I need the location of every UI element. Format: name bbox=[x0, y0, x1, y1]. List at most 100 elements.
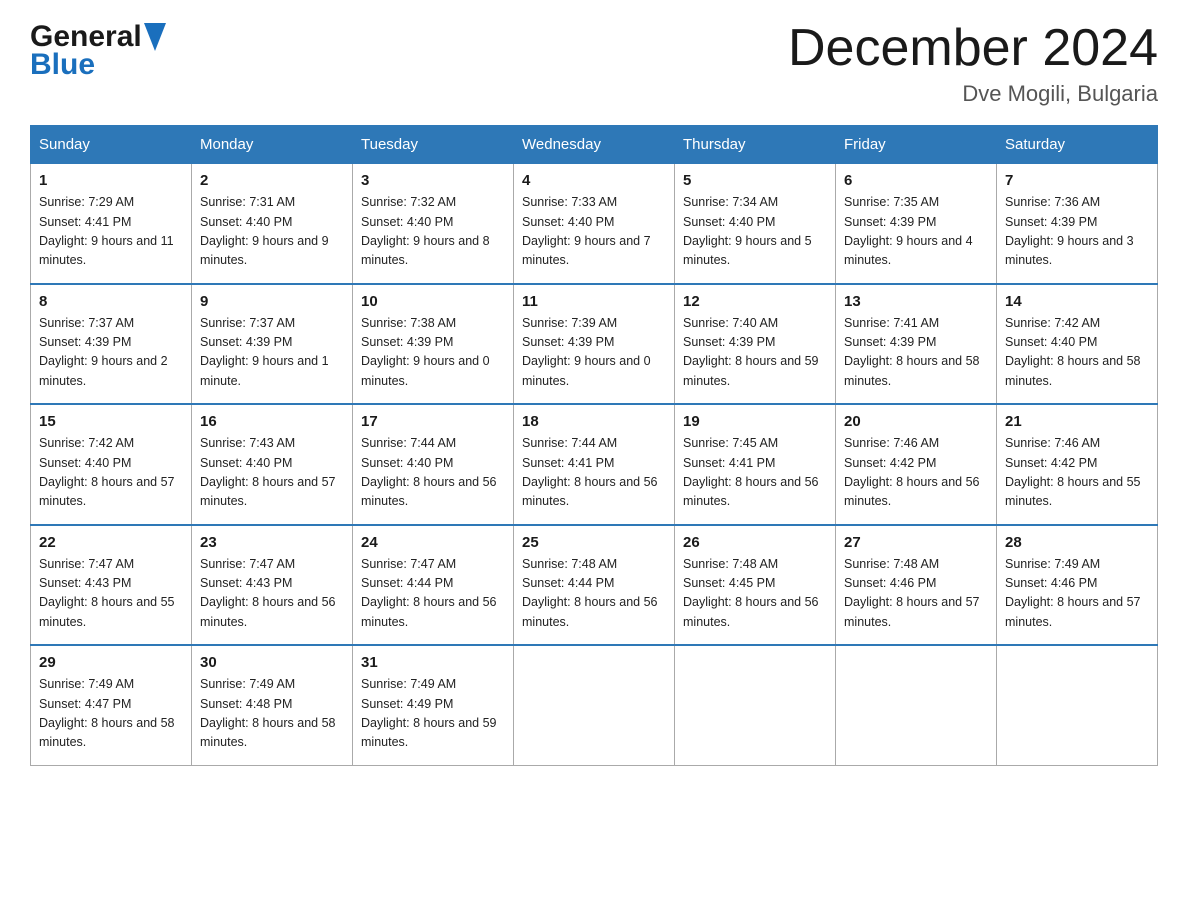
calendar-cell: 21 Sunrise: 7:46 AM Sunset: 4:42 PM Dayl… bbox=[997, 404, 1158, 525]
day-number: 24 bbox=[361, 534, 505, 551]
day-number: 1 bbox=[39, 172, 183, 189]
calendar-cell bbox=[514, 645, 675, 765]
week-row-2: 8 Sunrise: 7:37 AM Sunset: 4:39 PM Dayli… bbox=[31, 284, 1158, 405]
day-info: Sunrise: 7:31 AM Sunset: 4:40 PM Dayligh… bbox=[200, 193, 344, 271]
calendar-cell: 7 Sunrise: 7:36 AM Sunset: 4:39 PM Dayli… bbox=[997, 164, 1158, 284]
day-info: Sunrise: 7:44 AM Sunset: 4:40 PM Dayligh… bbox=[361, 434, 505, 512]
calendar-cell bbox=[675, 645, 836, 765]
header-sunday: Sunday bbox=[31, 126, 192, 164]
calendar-cell: 11 Sunrise: 7:39 AM Sunset: 4:39 PM Dayl… bbox=[514, 284, 675, 405]
day-number: 14 bbox=[1005, 293, 1149, 310]
calendar-cell: 5 Sunrise: 7:34 AM Sunset: 4:40 PM Dayli… bbox=[675, 164, 836, 284]
calendar-cell: 3 Sunrise: 7:32 AM Sunset: 4:40 PM Dayli… bbox=[353, 164, 514, 284]
day-info: Sunrise: 7:47 AM Sunset: 4:43 PM Dayligh… bbox=[200, 555, 344, 633]
day-info: Sunrise: 7:40 AM Sunset: 4:39 PM Dayligh… bbox=[683, 314, 827, 392]
day-info: Sunrise: 7:49 AM Sunset: 4:48 PM Dayligh… bbox=[200, 675, 344, 753]
calendar-cell: 8 Sunrise: 7:37 AM Sunset: 4:39 PM Dayli… bbox=[31, 284, 192, 405]
calendar-cell: 22 Sunrise: 7:47 AM Sunset: 4:43 PM Dayl… bbox=[31, 525, 192, 646]
calendar-table: SundayMondayTuesdayWednesdayThursdayFrid… bbox=[30, 125, 1158, 766]
calendar-cell: 1 Sunrise: 7:29 AM Sunset: 4:41 PM Dayli… bbox=[31, 164, 192, 284]
logo: General Blue bbox=[30, 20, 166, 82]
day-info: Sunrise: 7:39 AM Sunset: 4:39 PM Dayligh… bbox=[522, 314, 666, 392]
page-header: General Blue December 2024 Dve Mogili, B… bbox=[30, 20, 1158, 107]
day-number: 3 bbox=[361, 172, 505, 189]
week-row-4: 22 Sunrise: 7:47 AM Sunset: 4:43 PM Dayl… bbox=[31, 525, 1158, 646]
calendar-cell: 29 Sunrise: 7:49 AM Sunset: 4:47 PM Dayl… bbox=[31, 645, 192, 765]
day-number: 17 bbox=[361, 413, 505, 430]
day-number: 4 bbox=[522, 172, 666, 189]
day-info: Sunrise: 7:49 AM Sunset: 4:49 PM Dayligh… bbox=[361, 675, 505, 753]
day-info: Sunrise: 7:49 AM Sunset: 4:46 PM Dayligh… bbox=[1005, 555, 1149, 633]
day-info: Sunrise: 7:35 AM Sunset: 4:39 PM Dayligh… bbox=[844, 193, 988, 271]
day-number: 23 bbox=[200, 534, 344, 551]
day-info: Sunrise: 7:48 AM Sunset: 4:45 PM Dayligh… bbox=[683, 555, 827, 633]
day-number: 27 bbox=[844, 534, 988, 551]
header-wednesday: Wednesday bbox=[514, 126, 675, 164]
day-info: Sunrise: 7:48 AM Sunset: 4:46 PM Dayligh… bbox=[844, 555, 988, 633]
header-friday: Friday bbox=[836, 126, 997, 164]
calendar-cell bbox=[997, 645, 1158, 765]
logo-triangle-icon bbox=[144, 23, 166, 51]
calendar-cell: 9 Sunrise: 7:37 AM Sunset: 4:39 PM Dayli… bbox=[192, 284, 353, 405]
day-number: 5 bbox=[683, 172, 827, 189]
day-info: Sunrise: 7:46 AM Sunset: 4:42 PM Dayligh… bbox=[844, 434, 988, 512]
month-title: December 2024 bbox=[788, 20, 1158, 77]
day-number: 10 bbox=[361, 293, 505, 310]
calendar-cell: 30 Sunrise: 7:49 AM Sunset: 4:48 PM Dayl… bbox=[192, 645, 353, 765]
week-row-5: 29 Sunrise: 7:49 AM Sunset: 4:47 PM Dayl… bbox=[31, 645, 1158, 765]
day-number: 30 bbox=[200, 654, 344, 671]
day-number: 19 bbox=[683, 413, 827, 430]
day-number: 31 bbox=[361, 654, 505, 671]
day-number: 13 bbox=[844, 293, 988, 310]
calendar-cell: 17 Sunrise: 7:44 AM Sunset: 4:40 PM Dayl… bbox=[353, 404, 514, 525]
day-number: 15 bbox=[39, 413, 183, 430]
day-number: 29 bbox=[39, 654, 183, 671]
day-number: 16 bbox=[200, 413, 344, 430]
day-number: 2 bbox=[200, 172, 344, 189]
calendar-cell: 18 Sunrise: 7:44 AM Sunset: 4:41 PM Dayl… bbox=[514, 404, 675, 525]
calendar-cell: 13 Sunrise: 7:41 AM Sunset: 4:39 PM Dayl… bbox=[836, 284, 997, 405]
day-info: Sunrise: 7:47 AM Sunset: 4:44 PM Dayligh… bbox=[361, 555, 505, 633]
day-info: Sunrise: 7:36 AM Sunset: 4:39 PM Dayligh… bbox=[1005, 193, 1149, 271]
day-number: 28 bbox=[1005, 534, 1149, 551]
header-tuesday: Tuesday bbox=[353, 126, 514, 164]
day-info: Sunrise: 7:46 AM Sunset: 4:42 PM Dayligh… bbox=[1005, 434, 1149, 512]
day-info: Sunrise: 7:45 AM Sunset: 4:41 PM Dayligh… bbox=[683, 434, 827, 512]
calendar-cell: 6 Sunrise: 7:35 AM Sunset: 4:39 PM Dayli… bbox=[836, 164, 997, 284]
calendar-cell: 27 Sunrise: 7:48 AM Sunset: 4:46 PM Dayl… bbox=[836, 525, 997, 646]
calendar-cell: 31 Sunrise: 7:49 AM Sunset: 4:49 PM Dayl… bbox=[353, 645, 514, 765]
calendar-cell: 2 Sunrise: 7:31 AM Sunset: 4:40 PM Dayli… bbox=[192, 164, 353, 284]
calendar-cell: 15 Sunrise: 7:42 AM Sunset: 4:40 PM Dayl… bbox=[31, 404, 192, 525]
day-info: Sunrise: 7:44 AM Sunset: 4:41 PM Dayligh… bbox=[522, 434, 666, 512]
calendar-cell: 16 Sunrise: 7:43 AM Sunset: 4:40 PM Dayl… bbox=[192, 404, 353, 525]
calendar-cell: 12 Sunrise: 7:40 AM Sunset: 4:39 PM Dayl… bbox=[675, 284, 836, 405]
day-info: Sunrise: 7:37 AM Sunset: 4:39 PM Dayligh… bbox=[39, 314, 183, 392]
week-row-3: 15 Sunrise: 7:42 AM Sunset: 4:40 PM Dayl… bbox=[31, 404, 1158, 525]
day-info: Sunrise: 7:48 AM Sunset: 4:44 PM Dayligh… bbox=[522, 555, 666, 633]
day-number: 9 bbox=[200, 293, 344, 310]
day-info: Sunrise: 7:38 AM Sunset: 4:39 PM Dayligh… bbox=[361, 314, 505, 392]
day-number: 11 bbox=[522, 293, 666, 310]
day-number: 12 bbox=[683, 293, 827, 310]
calendar-cell: 23 Sunrise: 7:47 AM Sunset: 4:43 PM Dayl… bbox=[192, 525, 353, 646]
day-number: 22 bbox=[39, 534, 183, 551]
title-section: December 2024 Dve Mogili, Bulgaria bbox=[788, 20, 1158, 107]
header-saturday: Saturday bbox=[997, 126, 1158, 164]
weekday-header-row: SundayMondayTuesdayWednesdayThursdayFrid… bbox=[31, 126, 1158, 164]
day-info: Sunrise: 7:49 AM Sunset: 4:47 PM Dayligh… bbox=[39, 675, 183, 753]
logo-blue: Blue bbox=[30, 48, 95, 82]
header-thursday: Thursday bbox=[675, 126, 836, 164]
calendar-cell: 24 Sunrise: 7:47 AM Sunset: 4:44 PM Dayl… bbox=[353, 525, 514, 646]
day-info: Sunrise: 7:43 AM Sunset: 4:40 PM Dayligh… bbox=[200, 434, 344, 512]
day-number: 8 bbox=[39, 293, 183, 310]
calendar-cell: 20 Sunrise: 7:46 AM Sunset: 4:42 PM Dayl… bbox=[836, 404, 997, 525]
day-info: Sunrise: 7:33 AM Sunset: 4:40 PM Dayligh… bbox=[522, 193, 666, 271]
day-info: Sunrise: 7:41 AM Sunset: 4:39 PM Dayligh… bbox=[844, 314, 988, 392]
calendar-cell bbox=[836, 645, 997, 765]
day-number: 25 bbox=[522, 534, 666, 551]
day-number: 21 bbox=[1005, 413, 1149, 430]
day-number: 7 bbox=[1005, 172, 1149, 189]
day-info: Sunrise: 7:34 AM Sunset: 4:40 PM Dayligh… bbox=[683, 193, 827, 271]
calendar-cell: 25 Sunrise: 7:48 AM Sunset: 4:44 PM Dayl… bbox=[514, 525, 675, 646]
day-number: 20 bbox=[844, 413, 988, 430]
